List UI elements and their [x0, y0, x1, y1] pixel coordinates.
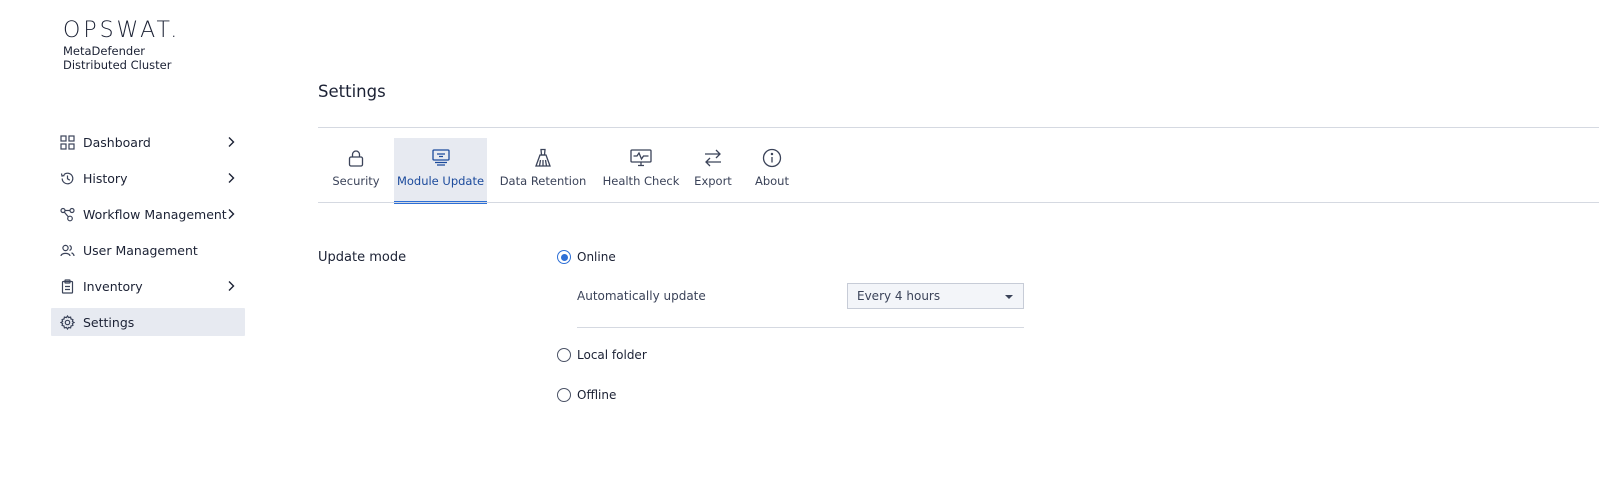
swap-arrows-icon	[702, 147, 724, 169]
product-name-line2: Distributed Cluster	[63, 58, 172, 72]
chevron-right-icon	[228, 209, 235, 219]
chevron-right-icon	[228, 281, 235, 291]
opswat-logo: OPSWAT.	[63, 18, 181, 43]
tab-label: Health Check	[602, 174, 680, 188]
auto-update-label: Automatically update	[577, 289, 706, 303]
radio-indicator	[557, 388, 571, 402]
sidebar-item-settings[interactable]: Settings	[51, 308, 245, 336]
sidebar-item-inventory[interactable]: Inventory	[51, 272, 245, 300]
tab-label: Data Retention	[499, 174, 587, 188]
chevron-right-icon	[228, 173, 235, 183]
sidebar-item-label: History	[83, 170, 128, 186]
clipboard-icon	[59, 278, 75, 294]
grid-icon	[59, 134, 75, 150]
update-mode-label: Update mode	[318, 250, 407, 265]
sidebar-item-user-management[interactable]: User Management	[51, 236, 245, 264]
users-icon	[59, 242, 75, 258]
info-icon	[761, 147, 783, 169]
tab-export[interactable]: Export	[683, 138, 743, 202]
sidebar-item-label: Workflow Management	[83, 206, 227, 222]
tab-label: Export	[694, 174, 732, 188]
radio-label: Local folder	[577, 348, 647, 362]
page-title: Settings	[318, 82, 386, 101]
brand: OPSWAT. MetaDefender Distributed Cluster	[63, 18, 180, 72]
auto-update-value: Every 4 hours	[857, 289, 941, 303]
radio-label: Online	[577, 250, 616, 264]
header-divider	[318, 127, 1599, 128]
radio-local-folder[interactable]: Local folder	[557, 348, 647, 362]
sidebar-item-label: Settings	[83, 314, 135, 330]
sidebar-item-label: Inventory	[83, 278, 143, 294]
gear-icon	[59, 314, 75, 330]
sidebar-nav: Dashboard History Workflow Management Us…	[51, 128, 245, 344]
tab-module-update[interactable]: Module Update	[394, 138, 487, 204]
chevron-right-icon	[228, 137, 235, 147]
sidebar-item-label: User Management	[83, 242, 198, 258]
settings-tabs: Security Module Update Data Retention He…	[318, 138, 801, 204]
workflow-icon	[59, 206, 75, 222]
broom-icon	[532, 147, 554, 169]
radio-indicator	[557, 250, 571, 264]
tab-about[interactable]: About	[743, 138, 801, 202]
radio-label: Offline	[577, 388, 617, 402]
tab-security[interactable]: Security	[318, 138, 394, 202]
history-icon	[59, 170, 75, 186]
sidebar-item-dashboard[interactable]: Dashboard	[51, 128, 245, 156]
product-name-line1: MetaDefender	[63, 44, 145, 58]
tab-health-check[interactable]: Health Check	[599, 138, 683, 202]
lock-icon	[345, 147, 367, 169]
monitor-update-icon	[430, 147, 452, 169]
sidebar-item-history[interactable]: History	[51, 164, 245, 192]
online-options-divider	[577, 327, 1024, 328]
auto-update-select[interactable]: Every 4 hours	[847, 283, 1024, 309]
radio-online[interactable]: Online	[557, 250, 616, 264]
radio-offline[interactable]: Offline	[557, 388, 616, 402]
tab-label: About	[754, 174, 789, 188]
caret-down-icon	[1005, 295, 1013, 299]
health-monitor-icon	[630, 147, 652, 169]
sidebar-item-label: Dashboard	[83, 134, 151, 150]
radio-indicator	[557, 348, 571, 362]
tab-label: Security	[332, 174, 380, 188]
tab-label: Module Update	[396, 174, 485, 188]
tabs-divider	[318, 202, 1599, 203]
tab-data-retention[interactable]: Data Retention	[487, 138, 599, 202]
sidebar-item-workflow-management[interactable]: Workflow Management	[51, 200, 245, 228]
